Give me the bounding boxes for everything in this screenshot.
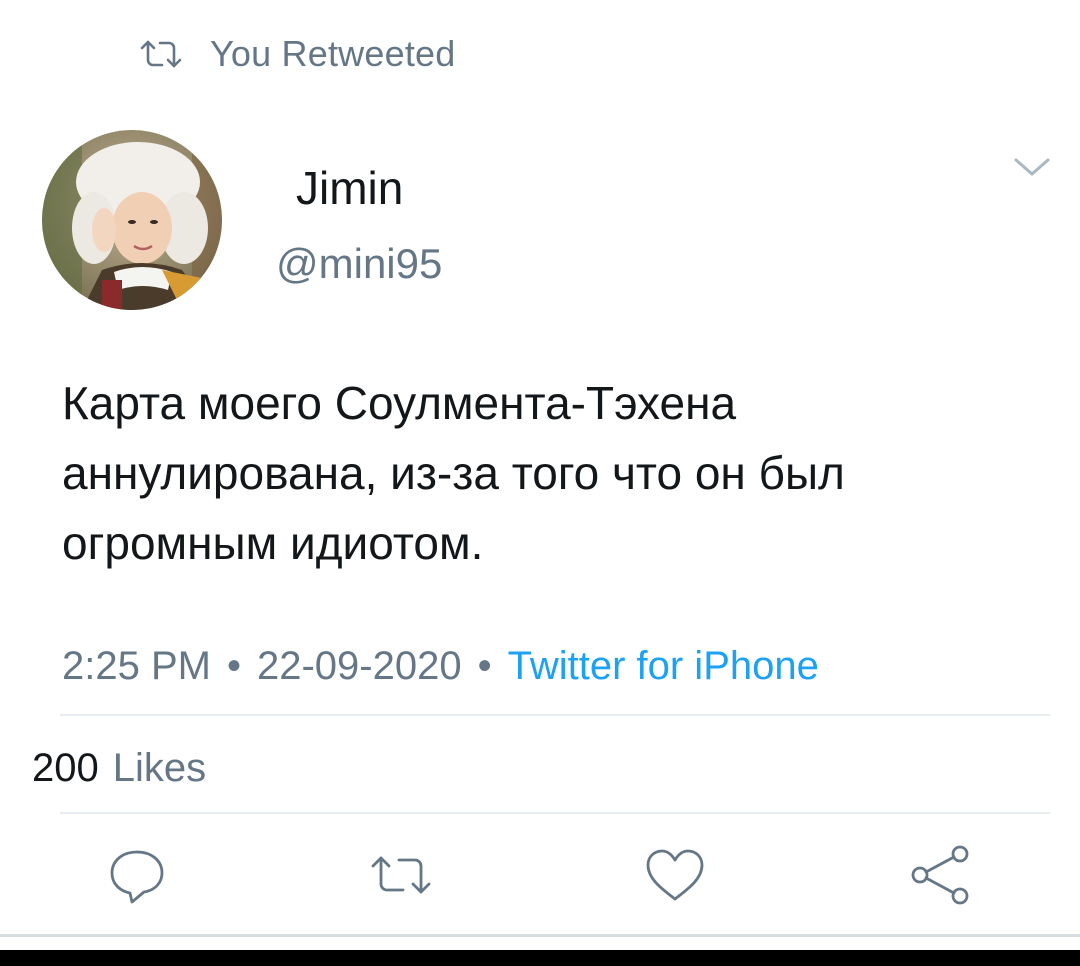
- tweet-date: 22-09-2020: [256, 644, 462, 688]
- tweet-text: Карта моего Соулмента-Тэхена аннулирован…: [62, 368, 1022, 578]
- chevron-down-icon[interactable]: [1010, 152, 1054, 182]
- author-name[interactable]: Jimin: [296, 160, 403, 216]
- reply-button[interactable]: [102, 842, 172, 912]
- tweet-source-link[interactable]: Twitter for iPhone: [508, 644, 819, 688]
- reply-icon: [106, 844, 168, 911]
- divider: [60, 714, 1050, 716]
- tweet-meta: 2:25 PM • 22-09-2020 • Twitter for iPhone: [62, 640, 819, 692]
- author-handle[interactable]: @mini95: [276, 236, 442, 292]
- divider: [60, 812, 1050, 814]
- tweet-text-line: огромным идиотом.: [62, 517, 484, 569]
- like-button[interactable]: [640, 842, 710, 912]
- bottom-divider: [0, 934, 1080, 937]
- meta-separator: •: [477, 644, 492, 688]
- share-icon: [908, 844, 974, 911]
- tweet-text-line: Карта моего Соулмента-Тэхена: [62, 377, 737, 429]
- tweet-text-line: аннулирована, из-за того что он был: [62, 447, 845, 499]
- likes-stat[interactable]: 200 Likes: [32, 742, 206, 794]
- retweet-button[interactable]: [366, 842, 436, 912]
- screen-bottom-bar: [0, 950, 1080, 966]
- retweet-banner-label: You Retweeted: [210, 33, 456, 74]
- retweet-icon: [369, 852, 433, 903]
- likes-count: 200: [32, 746, 99, 790]
- retweet-banner: You Retweeted: [138, 30, 455, 78]
- avatar[interactable]: [42, 130, 222, 310]
- retweet-icon: [138, 38, 184, 70]
- tweet-time: 2:25 PM: [62, 644, 211, 688]
- meta-separator: •: [226, 644, 241, 688]
- heart-icon: [644, 847, 706, 908]
- likes-label: Likes: [112, 746, 207, 790]
- share-button[interactable]: [906, 842, 976, 912]
